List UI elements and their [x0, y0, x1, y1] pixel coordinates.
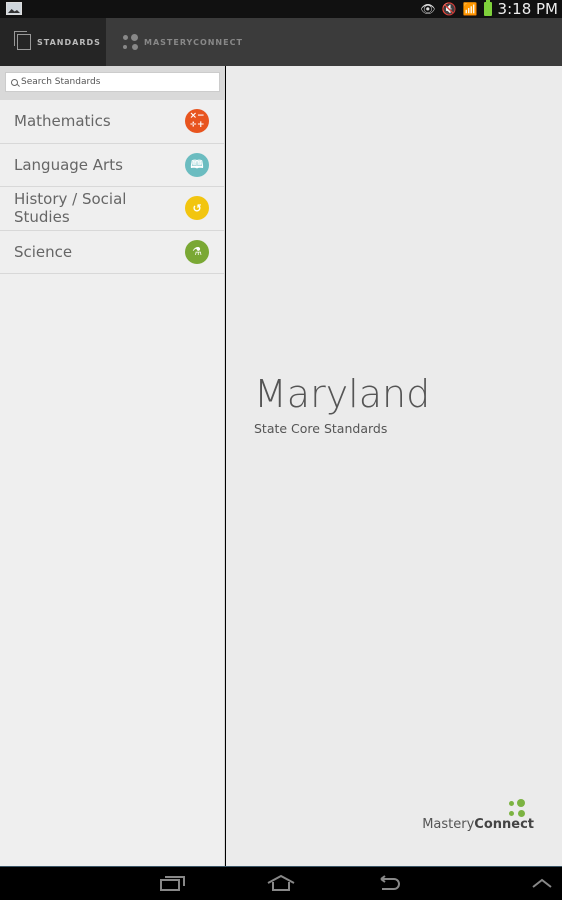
wifi-icon: 📶	[462, 2, 478, 16]
up-chevron-icon[interactable]	[530, 874, 554, 892]
masteryconnect-logo: MasteryConnect	[422, 799, 534, 832]
documents-icon	[14, 31, 31, 50]
tab-standards[interactable]: STANDARDS	[0, 18, 106, 66]
masteryconnect-logo-icon	[508, 799, 526, 817]
flask-icon: ⚗	[185, 239, 209, 264]
gallery-icon	[6, 2, 22, 15]
sidebar-item-history-social-studies[interactable]: History / Social Studies ↺	[0, 187, 224, 231]
search-box[interactable]	[5, 72, 220, 92]
eye-icon: 👁	[420, 2, 436, 16]
book-icon: 🕮	[185, 152, 209, 177]
tab-masteryconnect-label: MASTERYCONNECT	[144, 37, 243, 47]
sidebar-item-language-arts[interactable]: Language Arts 🕮	[0, 144, 224, 187]
nav-bar	[0, 866, 562, 900]
tab-standards-label: STANDARDS	[37, 37, 101, 47]
home-icon[interactable]	[266, 874, 296, 892]
clock: 3:18 PM	[497, 0, 558, 18]
logo-text-light: Mastery	[422, 817, 475, 832]
logo-text-bold: Connect	[474, 817, 534, 832]
sidebar-item-label: History / Social Studies	[14, 190, 127, 227]
back-icon[interactable]	[378, 874, 402, 892]
sidebar-item-label: Mathematics	[14, 112, 111, 131]
page-subtitle: State Core Standards	[254, 421, 388, 436]
main-panel: Maryland State Core Standards MasteryCon…	[226, 66, 562, 866]
sidebar-item-science[interactable]: Science ⚗	[0, 231, 224, 274]
search-bar	[0, 66, 224, 100]
tab-bar: STANDARDS MASTERYCONNECT	[0, 18, 562, 66]
sidebar-item-mathematics[interactable]: Mathematics ×− ÷+	[0, 100, 224, 144]
sidebar-item-label: Language Arts	[14, 155, 123, 174]
search-input[interactable]	[21, 77, 211, 87]
search-icon	[11, 78, 18, 86]
battery-icon	[483, 0, 492, 16]
sidebar: Mathematics ×−÷+ Language Arts 🕮 History…	[0, 66, 225, 866]
recent-apps-icon[interactable]	[160, 874, 186, 892]
masteryconnect-icon	[122, 34, 138, 50]
status-bar: 👁 🔇 📶 3:18 PM	[0, 0, 562, 18]
mute-icon: 🔇	[441, 2, 457, 16]
tab-masteryconnect[interactable]: MASTERYCONNECT	[122, 18, 243, 66]
math-operators-icon: ×− ÷+	[185, 109, 209, 134]
history-clock-icon: ↺	[185, 196, 209, 221]
sidebar-item-label: Science	[14, 242, 73, 261]
page-title: Maryland	[254, 372, 431, 416]
